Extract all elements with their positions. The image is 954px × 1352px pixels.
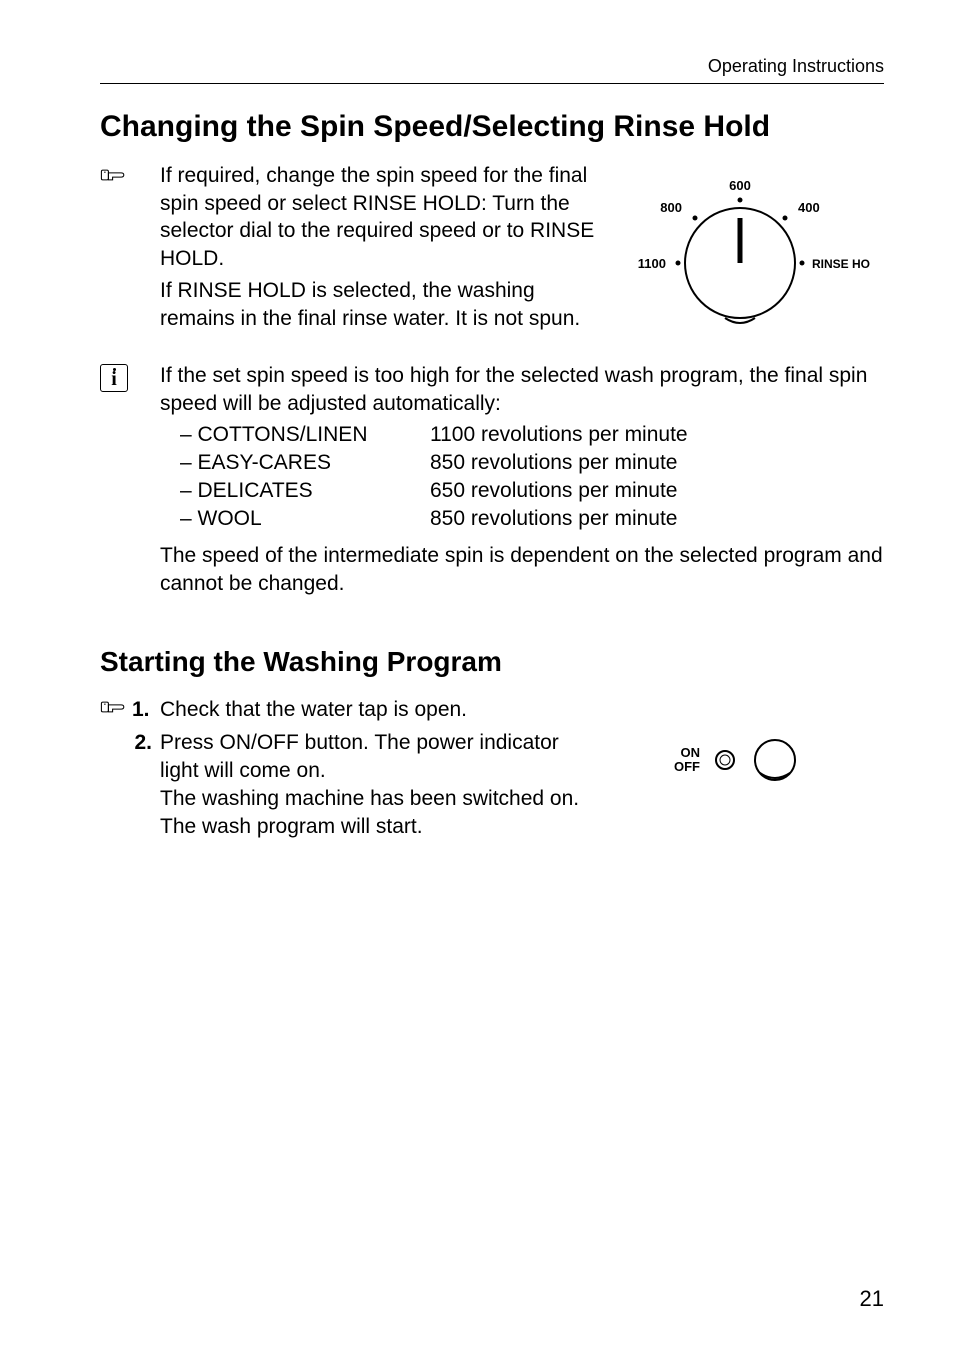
svg-text:800: 800 xyxy=(660,200,682,215)
program-label: – EASY-CARES xyxy=(160,449,430,477)
spin-speed-dial-icon: 600 800 400 1100 RINSE HOLD xyxy=(610,168,870,348)
program-label: – COTTONS/LINEN xyxy=(160,421,430,449)
page-number: 21 xyxy=(860,1286,884,1312)
svg-text:ON: ON xyxy=(681,745,701,760)
svg-text:1100: 1100 xyxy=(638,256,666,271)
step-2-text-b: The washing machine has been switched on… xyxy=(160,785,600,840)
program-speed: 1100 revolutions per minute xyxy=(430,421,688,449)
running-header: Operating Instructions xyxy=(100,56,884,84)
pointing-hand-icon xyxy=(100,164,128,191)
section-title-start: Starting the Washing Program xyxy=(100,646,884,678)
svg-text:RINSE HOLD: RINSE HOLD xyxy=(812,257,870,271)
program-speed: 650 revolutions per minute xyxy=(430,477,677,505)
on-off-button-icon: ON OFF xyxy=(620,735,820,785)
spin-footnote: The speed of the intermediate spin is de… xyxy=(160,542,884,597)
step-2-text-a: Press ON/OFF button. The power indicator… xyxy=(160,729,600,784)
program-speed: 850 revolutions per minute xyxy=(430,505,677,533)
svg-text:600: 600 xyxy=(729,178,751,193)
pointing-hand-icon xyxy=(100,696,128,726)
step-number-2: 2. xyxy=(134,729,152,757)
program-label: – WOOL xyxy=(160,505,430,533)
program-speed: 850 revolutions per minute xyxy=(430,449,677,477)
spin-instruction-para1: If required, change the spin speed for t… xyxy=(160,162,600,273)
svg-text:400: 400 xyxy=(798,200,820,215)
program-label: – DELICATES xyxy=(160,477,430,505)
info-icon: i xyxy=(100,364,128,392)
step-number-1: 1. xyxy=(132,696,150,724)
spin-note-intro: If the set spin speed is too high for th… xyxy=(160,362,884,417)
section-title-spin: Changing the Spin Speed/Selecting Rinse … xyxy=(100,110,884,144)
step-1-text: Check that the water tap is open. xyxy=(160,696,884,724)
svg-text:OFF: OFF xyxy=(674,759,700,774)
spin-instruction-para2: If RINSE HOLD is selected, the washing r… xyxy=(160,277,600,332)
